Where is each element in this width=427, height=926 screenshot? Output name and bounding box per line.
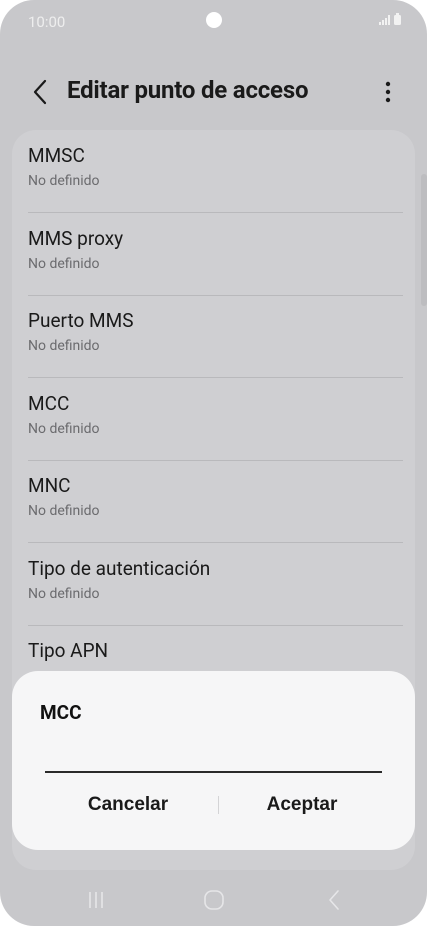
app-header: Editar punto de acceso: [0, 62, 427, 122]
status-bar: 10:00: [0, 0, 427, 44]
list-item-title: MCC: [28, 392, 70, 415]
list-item-title: Tipo de autenticación: [28, 557, 211, 580]
nav-recents-button[interactable]: [76, 884, 116, 916]
list-item-auth-type[interactable]: Tipo de autenticación No definido: [28, 544, 403, 626]
mcc-dialog: MCC Cancelar Aceptar: [12, 671, 415, 850]
divider: [28, 212, 403, 213]
list-item-mcc[interactable]: MCC No definido: [28, 379, 403, 461]
list-item-mms-proxy[interactable]: MMS proxy No definido: [28, 214, 403, 296]
back-button[interactable]: [24, 74, 56, 110]
battery-icon: [394, 13, 401, 25]
accept-button[interactable]: Aceptar: [212, 785, 392, 825]
list-item-title: MMS proxy: [28, 227, 124, 250]
status-icons: [379, 13, 401, 25]
chevron-left-icon: [33, 79, 47, 105]
divider: [28, 542, 403, 543]
nav-back-icon: [329, 890, 339, 910]
list-item-subtitle: No definido: [28, 173, 100, 189]
list-item-subtitle: No definido: [28, 338, 100, 354]
divider: [28, 377, 403, 378]
signal-icon: [379, 15, 390, 25]
recents-icon: [89, 892, 103, 908]
list-item-mms-port[interactable]: Puerto MMS No definido: [28, 296, 403, 378]
phone-screen: 10:00 Editar punto de acceso MMSC No def…: [0, 0, 427, 926]
home-icon: [204, 890, 224, 910]
dialog-title: MCC: [40, 701, 82, 724]
list-item-subtitle: No definido: [28, 586, 100, 602]
list-item-subtitle: No definido: [28, 421, 100, 437]
more-vertical-icon: [385, 81, 391, 103]
status-time: 10:00: [28, 13, 66, 31]
list-item-subtitle: No definido: [28, 256, 100, 272]
dialog-buttons: Cancelar Aceptar: [12, 785, 415, 825]
camera-cutout: [206, 12, 222, 28]
nav-home-button[interactable]: [194, 884, 234, 916]
list-item-title: MMSC: [28, 144, 85, 167]
page-title: Editar punto de acceso: [67, 76, 309, 104]
list-item-title: MNC: [28, 474, 71, 497]
cancel-button[interactable]: Cancelar: [38, 785, 218, 825]
navigation-bar: [0, 872, 427, 926]
mcc-input[interactable]: [45, 743, 382, 773]
list-item-title: Tipo APN: [28, 639, 109, 662]
nav-back-button[interactable]: [314, 884, 354, 916]
more-options-button[interactable]: [374, 74, 402, 110]
scrollbar[interactable]: [421, 174, 427, 306]
list-item-title: Puerto MMS: [28, 309, 134, 332]
list-item-subtitle: No definido: [28, 503, 100, 519]
list-item-mnc[interactable]: MNC No definido: [28, 461, 403, 543]
list-item-mmsc[interactable]: MMSC No definido: [28, 131, 403, 213]
